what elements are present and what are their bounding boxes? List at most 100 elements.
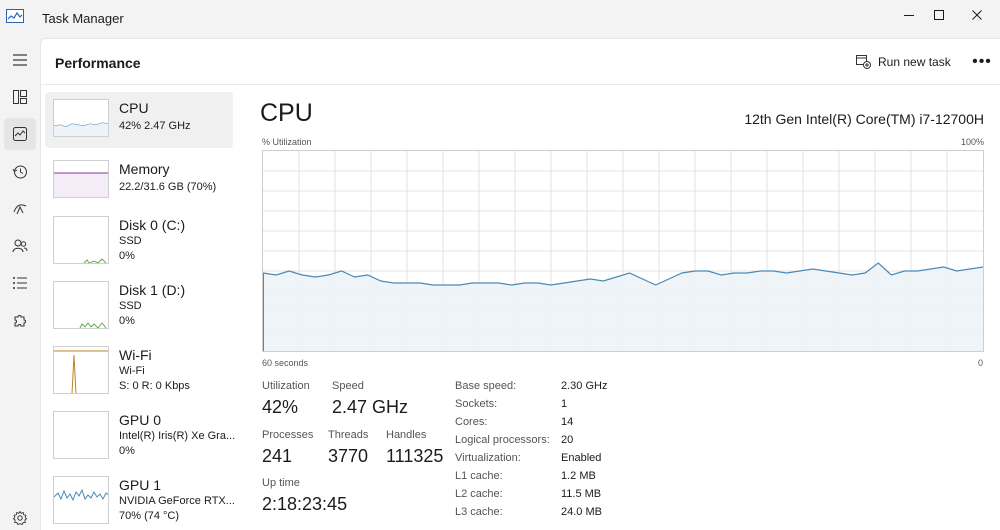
nav-app-history[interactable] bbox=[4, 156, 36, 188]
handles-label: Handles bbox=[386, 429, 427, 441]
spec-label: L2 cache: bbox=[455, 488, 503, 500]
spec-value: 11.5 MB bbox=[561, 488, 602, 500]
nav-services[interactable] bbox=[4, 305, 36, 337]
spec-label: Sockets: bbox=[455, 398, 498, 410]
device-type: Wi-Fi bbox=[119, 365, 145, 377]
performance-icon bbox=[13, 127, 27, 141]
nav-performance[interactable] bbox=[4, 118, 36, 150]
nav-details[interactable] bbox=[4, 267, 36, 299]
handles-value: 111325 bbox=[386, 446, 444, 466]
device-stat: 0% bbox=[119, 250, 135, 262]
details-list-icon bbox=[13, 277, 27, 289]
device-type: SSD bbox=[119, 300, 142, 312]
uptime-value: 2:18:23:45 bbox=[262, 494, 348, 514]
utilization-label: Utilization bbox=[262, 380, 310, 392]
device-type: SSD bbox=[119, 235, 142, 247]
device-gpu-0[interactable]: GPU 0 Intel(R) Iris(R) Xe Gra... 0% bbox=[45, 404, 236, 460]
cpu-graph-svg bbox=[262, 151, 984, 351]
spec-label: Base speed: bbox=[455, 380, 517, 392]
device-name: Disk 1 (D:) bbox=[119, 282, 186, 298]
cpu-utilization-graph bbox=[262, 150, 984, 352]
memory-mini-graph bbox=[53, 160, 109, 198]
nav-rail bbox=[0, 38, 40, 530]
page-header: Performance Run new task ••• bbox=[41, 39, 1000, 85]
services-puzzle-icon bbox=[14, 315, 26, 327]
page-title: Performance bbox=[55, 55, 141, 71]
nav-settings[interactable] bbox=[4, 502, 36, 530]
speed-value: 2.47 GHz bbox=[332, 397, 409, 417]
nav-startup-apps[interactable] bbox=[4, 193, 36, 225]
gpu0-mini-graph bbox=[53, 411, 109, 459]
device-disk-1[interactable]: Disk 1 (D:) SSD 0% bbox=[45, 274, 233, 330]
device-name: Wi-Fi bbox=[119, 347, 152, 363]
settings-gear-icon bbox=[12, 510, 28, 526]
cpu-mini-graph bbox=[53, 99, 109, 137]
close-button[interactable] bbox=[954, 0, 1000, 30]
cpu-model-name: 12th Gen Intel(R) Core(TM) i7-12700H bbox=[744, 111, 984, 127]
device-name: Disk 0 (C:) bbox=[119, 217, 186, 233]
device-stat: 0% bbox=[119, 315, 135, 327]
device-disk-0[interactable]: Disk 0 (C:) SSD 0% bbox=[45, 209, 233, 265]
title-bar: Task Manager bbox=[0, 0, 1000, 38]
device-name: GPU 0 bbox=[119, 412, 162, 428]
spec-value: 20 bbox=[561, 434, 574, 446]
device-model: Intel(R) Iris(R) Xe Gra... bbox=[119, 430, 236, 442]
nav-users[interactable] bbox=[4, 230, 36, 262]
close-icon bbox=[972, 10, 982, 20]
menu-button[interactable] bbox=[4, 44, 36, 76]
device-wifi[interactable]: Wi-Fi Wi-Fi S: 0 R: 0 Kbps bbox=[45, 339, 233, 395]
more-options-icon: ••• bbox=[972, 53, 992, 70]
disk1-mini-graph bbox=[53, 281, 109, 329]
processes-icon bbox=[13, 90, 27, 104]
spec-value: 14 bbox=[561, 416, 574, 428]
device-stat: 0% bbox=[119, 445, 135, 457]
gpu1-mini-graph bbox=[53, 476, 109, 524]
device-name: Memory bbox=[119, 161, 170, 177]
run-new-task-label: Run new task bbox=[878, 55, 951, 69]
spec-label: L1 cache: bbox=[455, 470, 503, 482]
device-stat: S: 0 R: 0 Kbps bbox=[119, 380, 190, 392]
spec-label: L3 cache: bbox=[455, 506, 503, 518]
spec-label: Virtualization: bbox=[455, 452, 521, 464]
users-icon bbox=[12, 239, 28, 253]
spec-label: Logical processors: bbox=[455, 434, 550, 446]
more-options-button[interactable]: ••• bbox=[971, 51, 993, 73]
spec-value: 2.30 GHz bbox=[561, 380, 608, 392]
main-panel: Performance Run new task ••• CPU 42% 2.4… bbox=[40, 38, 1000, 530]
device-stat: 42% 2.47 GHz bbox=[119, 120, 191, 132]
hamburger-icon bbox=[13, 54, 27, 66]
maximize-icon bbox=[934, 10, 944, 20]
y-axis-label: % Utilization bbox=[262, 137, 312, 147]
device-memory[interactable]: Memory 22.2/31.6 GB (70%) bbox=[45, 153, 233, 209]
startup-icon bbox=[13, 204, 27, 215]
spec-value: 1.2 MB bbox=[561, 470, 596, 482]
wifi-mini-graph bbox=[53, 346, 109, 394]
y-axis-max: 100% bbox=[960, 137, 984, 147]
device-cpu[interactable]: CPU 42% 2.47 GHz bbox=[45, 92, 233, 148]
device-stat: 22.2/31.6 GB (70%) bbox=[119, 181, 217, 193]
device-gpu-1[interactable]: GPU 1 NVIDIA GeForce RTX... 70% (74 °C) bbox=[45, 469, 235, 525]
detail-title: CPU bbox=[260, 99, 313, 127]
spec-value: 1 bbox=[561, 398, 568, 410]
processes-value: 241 bbox=[262, 446, 293, 466]
device-name: CPU bbox=[119, 100, 149, 116]
uptime-label: Up time bbox=[262, 477, 300, 489]
spec-label: Cores: bbox=[455, 416, 488, 428]
x-axis-right-label: 0 bbox=[978, 358, 984, 368]
task-manager-icon bbox=[6, 9, 24, 23]
nav-processes[interactable] bbox=[4, 81, 36, 113]
x-axis-left-label: 60 seconds bbox=[262, 358, 309, 368]
minimize-icon bbox=[904, 15, 914, 16]
spec-value: 24.0 MB bbox=[561, 506, 602, 518]
window-title: Task Manager bbox=[42, 11, 124, 26]
device-stat: 70% (74 °C) bbox=[119, 510, 180, 522]
spec-value: Enabled bbox=[561, 452, 602, 464]
disk0-mini-graph bbox=[53, 216, 109, 264]
run-new-task-button[interactable]: Run new task bbox=[856, 52, 951, 72]
speed-label: Speed bbox=[332, 380, 364, 392]
history-icon bbox=[12, 165, 27, 179]
device-model: NVIDIA GeForce RTX... bbox=[119, 495, 235, 507]
device-name: GPU 1 bbox=[119, 477, 162, 493]
processes-label: Processes bbox=[262, 429, 314, 441]
threads-label: Threads bbox=[328, 429, 369, 441]
